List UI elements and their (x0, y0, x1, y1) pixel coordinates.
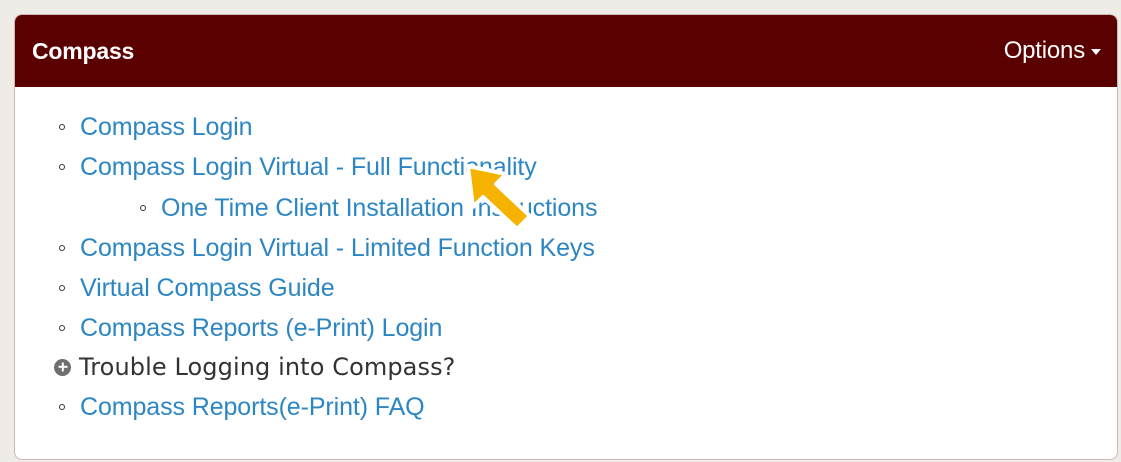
compass-login-virtual-limited-link[interactable]: Compass Login Virtual - Limited Function… (80, 234, 595, 263)
list-item: One Time Client Installation Instruction… (15, 188, 597, 228)
compass-panel: Compass Options Compass Login Compass Lo… (14, 14, 1118, 460)
compass-reports-faq-link[interactable]: Compass Reports(e-Print) FAQ (80, 393, 425, 422)
virtual-compass-guide-link[interactable]: Virtual Compass Guide (80, 274, 335, 303)
panel-title: Compass (32, 37, 135, 64)
list-item: Virtual Compass Guide (15, 268, 335, 308)
bullet-icon (59, 124, 65, 130)
bullet-icon (59, 404, 65, 410)
bullet-icon (140, 205, 146, 211)
compass-reports-login-link[interactable]: Compass Reports (e-Print) Login (80, 314, 442, 343)
options-dropdown-button[interactable]: Options (1004, 37, 1101, 65)
bullet-icon (59, 325, 65, 331)
list-item: Compass Login Virtual - Limited Function… (15, 228, 595, 268)
plus-circle-icon[interactable] (54, 358, 71, 376)
compass-link-list: Compass Login Compass Login Virtual - Fu… (15, 87, 1117, 459)
list-item: Compass Reports (e-Print) Login (15, 308, 442, 348)
trouble-logging-label[interactable]: Trouble Logging into Compass? (79, 353, 456, 381)
list-item: Compass Login (15, 107, 253, 147)
client-installation-instructions-link[interactable]: One Time Client Installation Instruction… (161, 194, 597, 223)
bullet-icon (59, 164, 65, 170)
compass-login-link[interactable]: Compass Login (80, 113, 253, 142)
bullet-icon (59, 285, 65, 291)
caret-down-icon (1091, 49, 1101, 55)
trouble-logging-toggle[interactable]: Trouble Logging into Compass? (15, 347, 456, 387)
compass-login-virtual-full-link[interactable]: Compass Login Virtual - Full Functionali… (80, 153, 537, 182)
bullet-icon (59, 245, 65, 251)
panel-header: Compass Options (15, 15, 1117, 87)
options-label: Options (1003, 37, 1086, 64)
list-item: Compass Reports(e-Print) FAQ (15, 387, 425, 427)
list-item: Compass Login Virtual - Full Functionali… (15, 147, 537, 187)
